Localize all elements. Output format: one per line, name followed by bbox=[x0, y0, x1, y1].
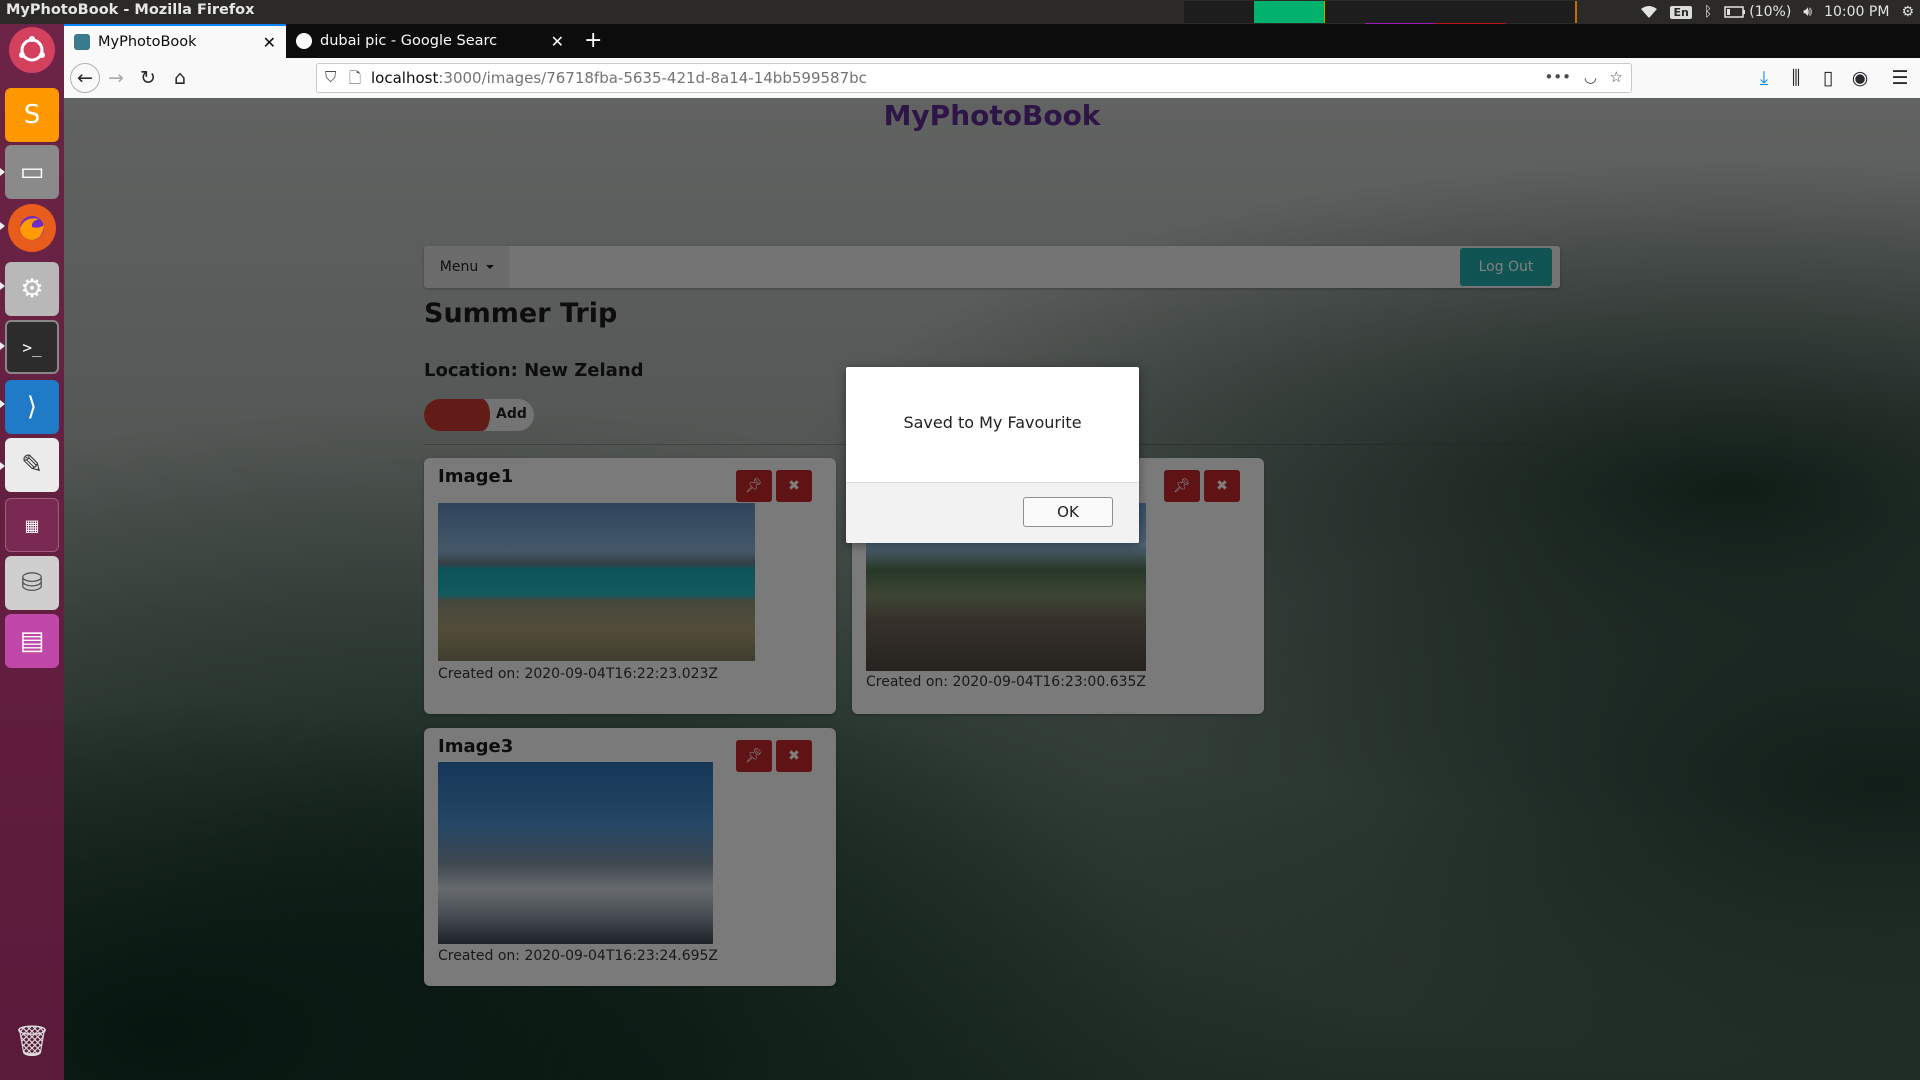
tab-strip: MyPhotoBook ✕ dubai pic - Google Searc ✕… bbox=[64, 24, 1920, 58]
url-path: :3000/images/76718fba-5635-421d-8a14-14b… bbox=[438, 69, 867, 87]
bookmark-star-icon[interactable]: ☆ bbox=[1610, 68, 1623, 86]
page-info-icon[interactable]: 🗋︎ bbox=[349, 68, 361, 93]
hamburger-menu-icon[interactable]: ☰ bbox=[1886, 64, 1914, 92]
system-tray: En ᛒ (10%) 🔊︎ 10:00 PM ⚙ bbox=[1640, 0, 1914, 24]
window-title: MyPhotoBook - Mozilla Firefox bbox=[6, 2, 255, 18]
trash-icon[interactable]: 🗑︎ bbox=[5, 1014, 59, 1068]
account-icon[interactable]: ◉ bbox=[1846, 64, 1874, 92]
home-button[interactable]: ⌂ bbox=[166, 64, 194, 92]
tab-title: dubai pic - Google Searc bbox=[320, 33, 498, 49]
tab-google-search[interactable]: dubai pic - Google Searc ✕ bbox=[286, 24, 574, 58]
unity-launcher: S ▭ ⚙ >_ ⟩ ✎ ▦ ⛁ ▤ 🗑︎ bbox=[0, 24, 65, 1080]
files-icon[interactable]: ▭ bbox=[5, 145, 59, 199]
clock[interactable]: 10:00 PM bbox=[1824, 4, 1889, 20]
downloads-icon[interactable]: ⤓ bbox=[1750, 64, 1778, 92]
app-window-icon[interactable]: ▤ bbox=[5, 614, 59, 668]
ubuntu-dash-icon[interactable] bbox=[9, 27, 55, 73]
pocket-icon[interactable]: ◡ bbox=[1584, 68, 1597, 86]
forward-button[interactable]: → bbox=[102, 64, 130, 92]
tab-title: MyPhotoBook bbox=[98, 34, 197, 50]
battery-icon bbox=[1724, 6, 1746, 18]
dialog-footer: OK bbox=[846, 482, 1139, 543]
settings-gear-icon[interactable]: ⚙ bbox=[1901, 4, 1914, 20]
disks-icon[interactable]: ⛁ bbox=[5, 556, 59, 610]
top-panel: MyPhotoBook - Mozilla Firefox En ᛒ (10%)… bbox=[0, 0, 1920, 26]
terminal-icon[interactable]: >_ bbox=[5, 320, 59, 374]
back-button[interactable]: ← bbox=[70, 63, 100, 93]
google-favicon-icon bbox=[296, 33, 312, 49]
close-tab-icon[interactable]: ✕ bbox=[551, 32, 564, 51]
system-settings-icon[interactable]: ⚙ bbox=[5, 262, 59, 316]
url-host: localhost bbox=[371, 69, 439, 87]
ok-button[interactable]: OK bbox=[1023, 497, 1113, 527]
url-bar[interactable]: ⛉ 🗋︎ localhost:3000/images/76718fba-5635… bbox=[316, 63, 1632, 93]
app-favicon-icon bbox=[74, 34, 90, 50]
battery-percent: (10%) bbox=[1749, 4, 1792, 20]
volume-icon[interactable]: 🔊︎ bbox=[1803, 4, 1812, 20]
navigation-toolbar: ← → ↻ ⌂ ⛉ 🗋︎ localhost:3000/images/76718… bbox=[64, 58, 1920, 99]
library-icon[interactable]: ⫼ bbox=[1782, 64, 1810, 92]
firefox-icon[interactable] bbox=[8, 204, 56, 252]
sidebar-icon[interactable]: ▯ bbox=[1814, 64, 1842, 92]
page-actions-icon[interactable]: ••• bbox=[1544, 68, 1571, 86]
shield-icon[interactable]: ⛉ bbox=[325, 68, 336, 86]
reload-button[interactable]: ↻ bbox=[134, 64, 162, 92]
battery-indicator[interactable]: (10%) bbox=[1724, 4, 1791, 20]
alert-dialog: Saved to My Favourite OK bbox=[846, 367, 1139, 543]
sublime-text-icon[interactable]: S bbox=[5, 88, 59, 142]
dialog-message: Saved to My Favourite bbox=[903, 413, 1082, 432]
system-monitor bbox=[1184, 0, 1577, 26]
wifi-icon[interactable] bbox=[1640, 5, 1658, 19]
workspace-switcher-icon[interactable]: ▦ bbox=[5, 498, 59, 552]
text-editor-icon[interactable]: ✎ bbox=[5, 438, 59, 492]
new-tab-button[interactable]: + bbox=[584, 24, 602, 58]
bluetooth-icon[interactable]: ᛒ bbox=[1704, 4, 1712, 20]
url-text: localhost:3000/images/76718fba-5635-421d… bbox=[371, 69, 867, 87]
keyboard-language[interactable]: En bbox=[1670, 5, 1692, 19]
close-tab-icon[interactable]: ✕ bbox=[263, 33, 276, 52]
vscode-icon[interactable]: ⟩ bbox=[5, 380, 59, 434]
tab-myphotobook[interactable]: MyPhotoBook ✕ bbox=[64, 24, 286, 58]
modal-backdrop[interactable] bbox=[64, 98, 1920, 1080]
